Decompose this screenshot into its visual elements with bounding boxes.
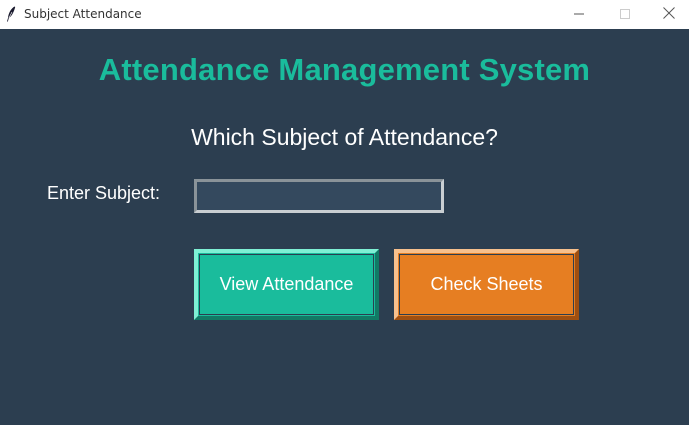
maximize-button[interactable] [602,0,648,29]
check-sheets-button[interactable]: Check Sheets [394,249,579,320]
close-icon [663,6,675,24]
subject-question: Which Subject of Attendance? [191,124,498,150]
close-button[interactable] [646,0,689,29]
minimize-button[interactable] [556,0,602,29]
subject-label: Enter Subject: [47,183,161,203]
view-attendance-button[interactable]: View Attendance [194,249,379,320]
app-window: Subject Attendance Attendance Management… [0,0,689,425]
minimize-icon [574,6,584,24]
window-title: Subject Attendance [24,7,142,21]
feather-icon [6,6,16,22]
maximize-icon [620,6,630,24]
page-title: Attendance Management System [98,52,591,87]
subject-input[interactable] [194,179,444,213]
title-bar: Subject Attendance [0,0,689,29]
